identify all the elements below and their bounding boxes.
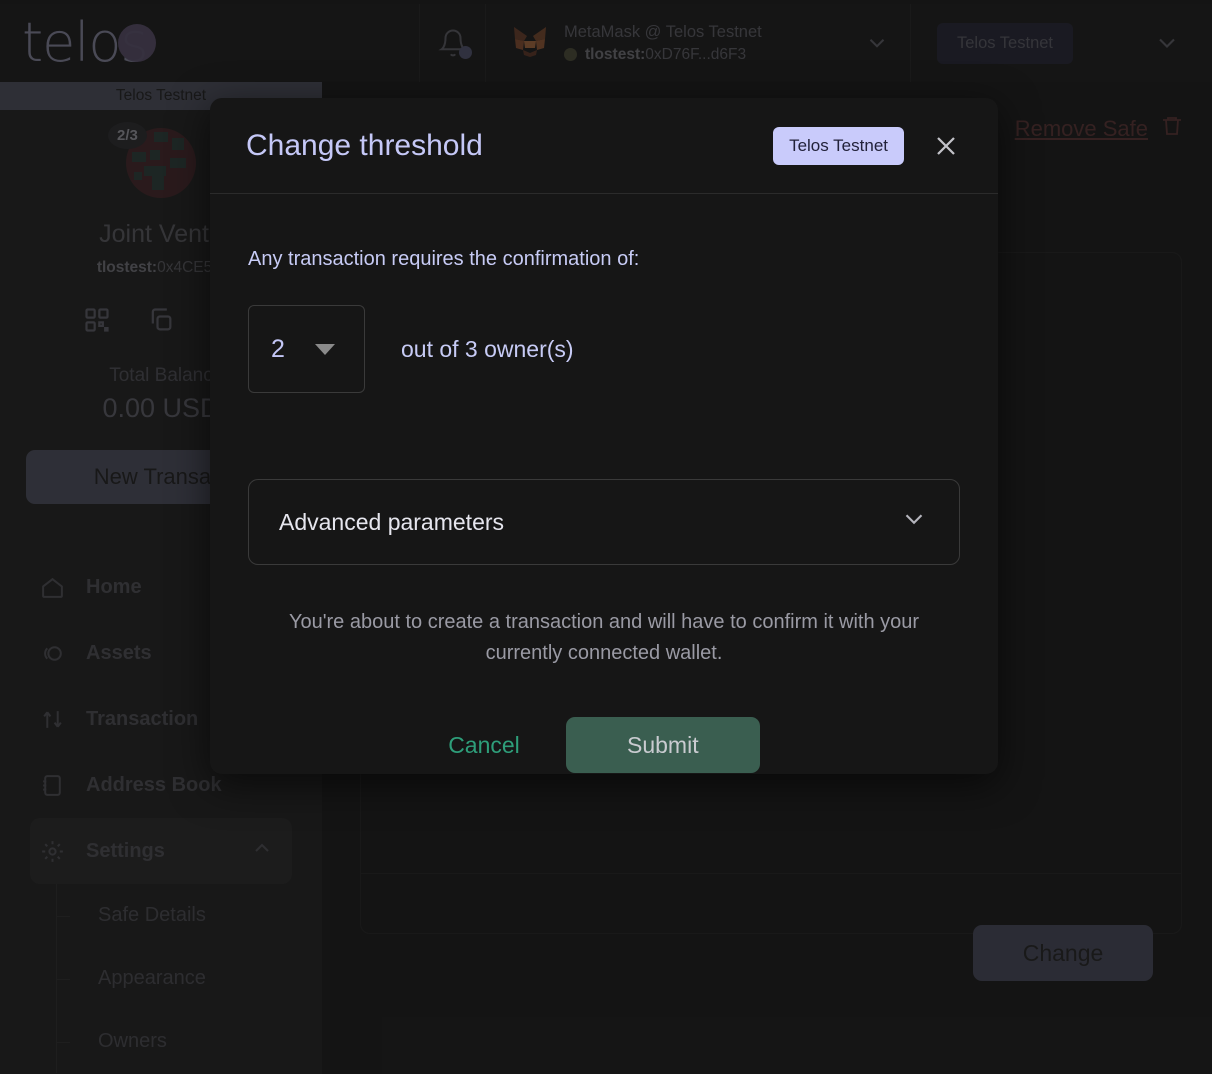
- threshold-value: 2: [271, 334, 285, 363]
- modal-body: Any transaction requires the confirmatio…: [210, 194, 998, 773]
- app-root: telos: [0, 0, 1212, 1074]
- threshold-row: 2 out of 3 owner(s): [248, 305, 960, 393]
- chevron-down-icon: [899, 504, 929, 540]
- modal-network-badge: Telos Testnet: [773, 126, 904, 165]
- change-threshold-modal: Change threshold Telos Testnet Any trans…: [210, 98, 998, 774]
- chevron-down-icon: [314, 343, 335, 355]
- advanced-parameters-label: Advanced parameters: [279, 508, 505, 535]
- threshold-suffix: out of 3 owner(s): [401, 335, 574, 362]
- modal-title: Change threshold: [246, 128, 483, 162]
- cancel-button[interactable]: Cancel: [448, 732, 520, 759]
- requirement-label: Any transaction requires the confirmatio…: [248, 248, 640, 270]
- modal-actions: Cancel Submit: [248, 717, 960, 773]
- threshold-select[interactable]: 2: [248, 305, 365, 393]
- advanced-parameters-accordion[interactable]: Advanced parameters: [248, 479, 960, 565]
- modal-disclaimer: You're about to create a transaction and…: [288, 611, 920, 664]
- submit-button[interactable]: Submit: [565, 717, 760, 773]
- modal-header: Change threshold Telos Testnet: [210, 98, 998, 194]
- close-icon[interactable]: [930, 130, 962, 162]
